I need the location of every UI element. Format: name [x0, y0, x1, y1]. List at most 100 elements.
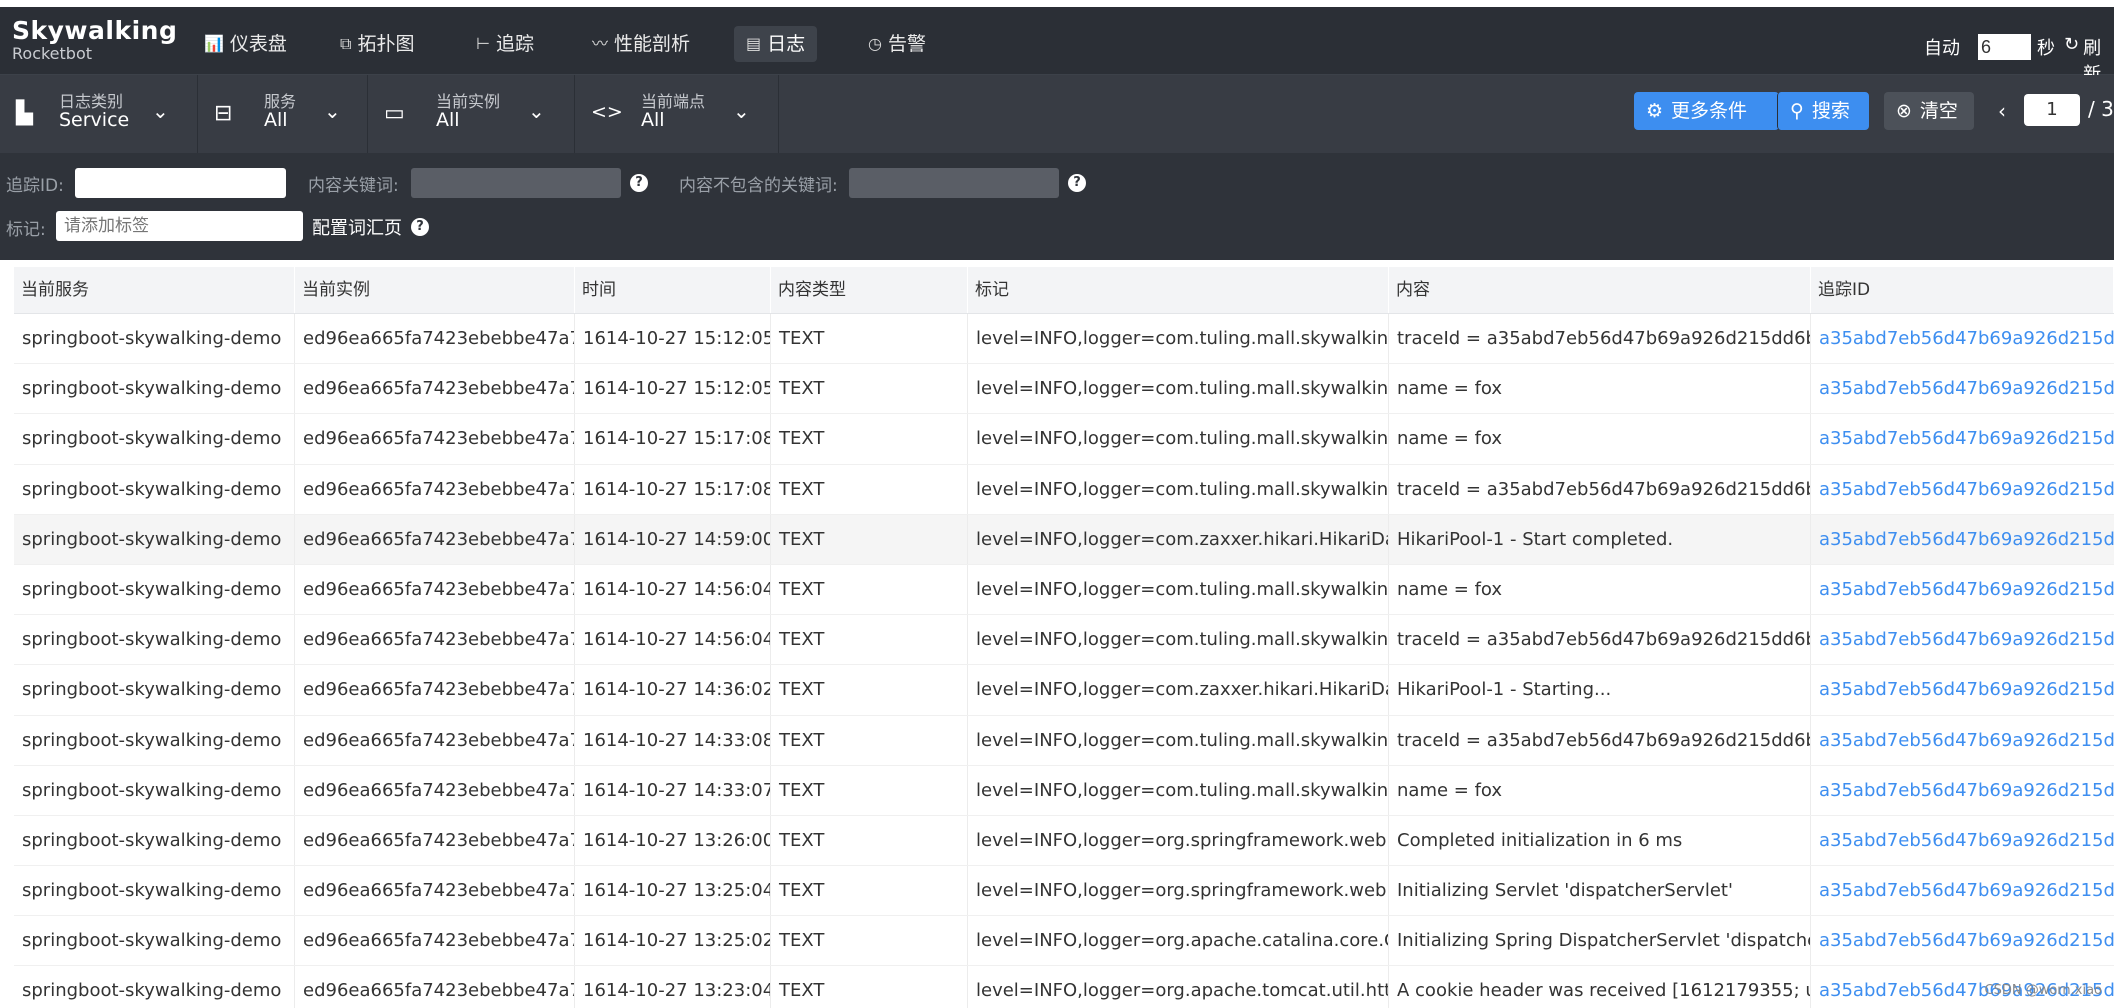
- page-number-input[interactable]: 1: [2024, 94, 2080, 126]
- table-row[interactable]: springboot-skywalking-demo ed96ea665fa742…: [14, 514, 2114, 565]
- trace-id-input[interactable]: [75, 168, 286, 198]
- table-row[interactable]: springboot-skywalking-demo ed96ea665fa742…: [14, 464, 2114, 515]
- cell-trace-id[interactable]: a35abd7eb56d47b69a926d215dd6l: [1811, 515, 2114, 564]
- table-row[interactable]: springboot-skywalking-demo ed96ea665fa742…: [14, 414, 2114, 465]
- table-row[interactable]: springboot-skywalking-demo ed96ea665fa742…: [14, 966, 2114, 1008]
- cell-tags: level=INFO,logger=com.tuling.mall.skywal…: [968, 564, 1389, 615]
- seconds-unit-label: 秒: [2037, 38, 2055, 59]
- selector-value: All: [264, 109, 288, 131]
- selector-value: All: [641, 109, 665, 131]
- log-category-selector[interactable]: ▙ 日志类别 Service ⌄: [0, 75, 198, 153]
- cell-instance: ed96ea665fa7423ebebbe47a7...: [295, 715, 575, 765]
- tags-input[interactable]: [56, 211, 303, 241]
- gear-icon: ⚙: [1646, 100, 1664, 122]
- cell-instance: ed96ea665fa7423ebebbe47a7...: [295, 314, 575, 364]
- cell-time: 1614-10-27 15:12:05: [575, 364, 771, 414]
- cell-time: 1614-10-27 15:17:08: [575, 414, 771, 464]
- cell-tags: level=INFO,logger=org.apache.tomcat.util…: [968, 966, 1389, 1008]
- table-row[interactable]: springboot-skywalking-demo ed96ea665fa742…: [14, 715, 2114, 766]
- nav-dashboard[interactable]: 📊 仪表盘: [192, 26, 299, 62]
- column-header: 当前服务: [14, 267, 295, 313]
- table-row[interactable]: springboot-skywalking-demo ed96ea665fa742…: [14, 564, 2114, 616]
- cell-instance: ed96ea665fa7423ebebbe47a7...: [295, 514, 575, 564]
- trace-id-label: 追踪ID:: [6, 176, 64, 196]
- service-selector[interactable]: ⊟ 服务 All ⌄: [198, 75, 368, 153]
- nav-log[interactable]: ▤ 日志: [734, 26, 818, 62]
- nav-alarm[interactable]: ◷ 告警: [856, 26, 938, 62]
- prev-page-button[interactable]: ‹: [1998, 99, 2006, 123]
- table-row[interactable]: springboot-skywalking-demo ed96ea665fa742…: [14, 314, 2114, 365]
- instance-selector[interactable]: ▭ 当前实例 All ⌄: [368, 75, 575, 153]
- alarm-icon: ◷: [868, 34, 882, 53]
- cell-content-type: TEXT: [771, 715, 968, 765]
- cell-service: springboot-skywalking-demo: [14, 866, 295, 916]
- cell-content-type: TEXT: [771, 514, 968, 564]
- cell-content-type: TEXT: [771, 765, 968, 815]
- cell-service: springboot-skywalking-demo: [14, 765, 295, 815]
- table-row[interactable]: springboot-skywalking-demo ed96ea665fa742…: [14, 815, 2114, 867]
- cell-content-type: TEXT: [771, 314, 968, 364]
- cell-content-type: TEXT: [771, 364, 968, 414]
- cell-instance: ed96ea665fa7423ebebbe47a7...: [295, 414, 575, 464]
- clear-button[interactable]: ⊗ 清空: [1884, 92, 1974, 130]
- cell-trace-id[interactable]: a35abd7eb56d47b69a926d215dd6l: [1811, 816, 2114, 865]
- cell-trace-id[interactable]: a35abd7eb56d47b69a926d215dd6l: [1811, 465, 2114, 514]
- more-conditions-button[interactable]: ⚙ 更多条件: [1634, 92, 1779, 130]
- cell-tags: level=INFO,logger=com.tuling.mall.skywal…: [968, 414, 1389, 464]
- cell-trace-id[interactable]: a35abd7eb56d47b69a926d215dd6l: [1811, 615, 2114, 664]
- cell-service: springboot-skywalking-demo: [14, 715, 295, 765]
- help-icon[interactable]: ?: [411, 218, 429, 236]
- app-logo[interactable]: Skywalking Rocketbot: [12, 17, 177, 63]
- nav-topology[interactable]: ⧉ 拓扑图: [328, 26, 426, 62]
- endpoint-selector[interactable]: <> 当前端点 All ⌄: [575, 75, 779, 153]
- table-row[interactable]: springboot-skywalking-demo ed96ea665fa742…: [14, 364, 2114, 415]
- exclude-keywords-input[interactable]: [849, 168, 1059, 198]
- nav-label: 性能剖析: [614, 33, 691, 55]
- nav-label: 仪表盘: [229, 33, 287, 55]
- help-icon[interactable]: ?: [1068, 174, 1086, 192]
- cell-trace-id[interactable]: a35abd7eb56d47b69a926d215dd6l: [1811, 716, 2114, 765]
- table-row[interactable]: springboot-skywalking-demo ed96ea665fa742…: [14, 615, 2114, 666]
- keywords-input[interactable]: [411, 168, 621, 198]
- table-row[interactable]: springboot-skywalking-demo ed96ea665fa742…: [14, 665, 2114, 716]
- cell-time: 1614-10-27 15:17:08: [575, 464, 771, 514]
- nav-profile[interactable]: 〰 性能剖析: [580, 26, 702, 62]
- cell-content: name = fox: [1389, 765, 1811, 815]
- help-icon[interactable]: ?: [630, 174, 648, 192]
- cell-tags: level=INFO,logger=com.tuling.mall.skywal…: [968, 464, 1389, 514]
- table-row[interactable]: springboot-skywalking-demo ed96ea665fa742…: [14, 765, 2114, 816]
- cell-trace-id[interactable]: a35abd7eb56d47b69a926d215dd6l: [1811, 565, 2114, 614]
- cell-tags: level=INFO,logger=com.zaxxer.hikari.Hika…: [968, 665, 1389, 715]
- cell-trace-id[interactable]: a35abd7eb56d47b69a926d215dd6l: [1811, 414, 2114, 463]
- keywords-label: 内容关键词:: [308, 176, 399, 196]
- nav-label: 追踪: [495, 33, 534, 55]
- auto-refresh-interval-input[interactable]: [1978, 34, 2031, 60]
- table-row[interactable]: springboot-skywalking-demo ed96ea665fa742…: [14, 866, 2114, 917]
- chevron-down-icon: ⌄: [528, 99, 545, 123]
- search-button[interactable]: ⚲ 搜索: [1777, 92, 1869, 130]
- cell-trace-id[interactable]: a35abd7eb56d47b69a926d215dd6l: [1811, 866, 2114, 915]
- profile-icon: 〰: [592, 34, 609, 53]
- nav-trace[interactable]: ⊢ 追踪: [464, 26, 546, 62]
- cell-content: Completed initialization in 6 ms: [1389, 815, 1811, 866]
- cell-trace-id[interactable]: a35abd7eb56d47b69a926d215dd6l: [1811, 766, 2114, 815]
- cell-service: springboot-skywalking-demo: [14, 615, 295, 665]
- cell-trace-id[interactable]: a35abd7eb56d47b69a926d215dd6l: [1811, 665, 2114, 714]
- table-row[interactable]: springboot-skywalking-demo ed96ea665fa742…: [14, 916, 2114, 967]
- cell-trace-id[interactable]: a35abd7eb56d47b69a926d215dd6l: [1811, 916, 2114, 965]
- cell-content: HikariPool-1 - Starting...: [1389, 665, 1811, 715]
- cell-trace-id[interactable]: a35abd7eb56d47b69a926d215dd6l: [1811, 314, 2114, 363]
- column-header: 时间: [575, 267, 771, 313]
- cell-content-type: TEXT: [771, 464, 968, 514]
- cell-service: springboot-skywalking-demo: [14, 966, 295, 1008]
- column-header: 当前实例: [295, 267, 575, 313]
- selector-bar: ▙ 日志类别 Service ⌄ ⊟ 服务 All ⌄ ▭ 当前实例 All ⌄…: [0, 75, 2114, 153]
- nav-label: 拓扑图: [357, 33, 415, 55]
- cell-content: HikariPool-1 - Start completed.: [1389, 514, 1811, 564]
- auto-refresh-label: 自动: [1924, 38, 1960, 59]
- cell-trace-id[interactable]: a35abd7eb56d47b69a926d215dd6l: [1811, 364, 2114, 413]
- cell-time: 1614-10-27 14:56:04: [575, 615, 771, 665]
- cell-service: springboot-skywalking-demo: [14, 414, 295, 464]
- nav-label: 告警: [887, 33, 926, 55]
- config-vocabulary-link[interactable]: 配置词汇页: [312, 214, 402, 240]
